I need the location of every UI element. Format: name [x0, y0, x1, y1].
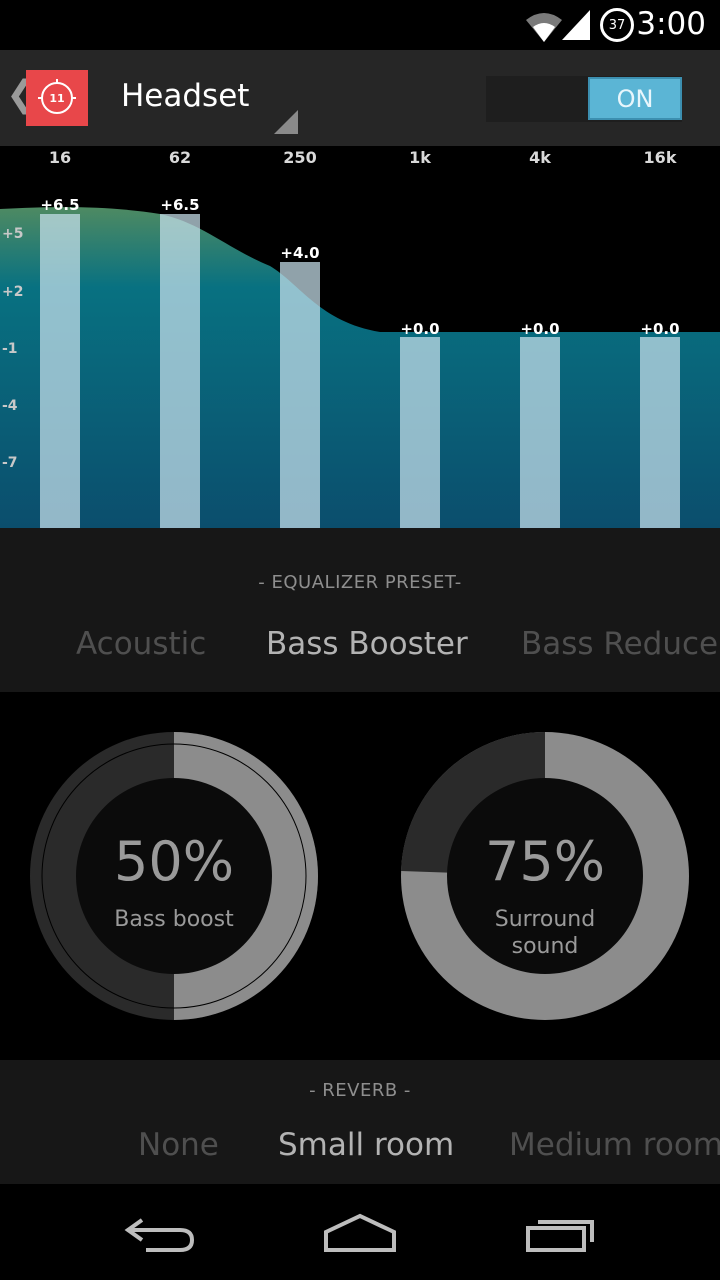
band-slider-250[interactable]: [280, 262, 320, 528]
home-icon[interactable]: [322, 1212, 398, 1254]
band-gain-label: +0.0: [400, 320, 440, 338]
band-freq-label: 16: [48, 148, 72, 167]
action-bar: ❮ 11 Headset ON: [0, 50, 720, 146]
band-freq-label: 1k: [409, 148, 431, 167]
bass-boost-value: 50%: [113, 830, 235, 893]
db-tick: +5: [2, 226, 24, 242]
db-tick: -1: [2, 341, 18, 357]
preset-heading: - EQUALIZER PRESET-: [258, 572, 462, 593]
eq-curve: [0, 207, 720, 528]
wifi-icon: [526, 13, 562, 42]
clock: 3:00: [636, 6, 706, 42]
equalizer-graph[interactable]: 16 62 250 1k 4k 16k +5 +2 -1 -4 -7 +6.5 …: [0, 146, 720, 528]
band-slider-4k[interactable]: [520, 337, 560, 528]
band-gain-label: +6.5: [160, 196, 200, 214]
db-tick: -7: [2, 455, 18, 471]
surround-label-line1: Surround: [494, 907, 596, 932]
band-slider-62[interactable]: [160, 214, 200, 528]
dropdown-caret-icon[interactable]: [274, 110, 298, 134]
preset-bass-booster[interactable]: Bass Booster: [266, 626, 468, 662]
navigation-bar: [0, 1184, 720, 1280]
surround-value: 75%: [484, 830, 606, 893]
band-gain-label: +6.5: [40, 196, 80, 214]
svg-text:11: 11: [49, 92, 64, 105]
band-freq-label: 62: [168, 148, 192, 167]
band-slider-16k[interactable]: [640, 337, 680, 528]
surround-label-line2: sound: [511, 934, 579, 959]
band-slider-16[interactable]: [40, 214, 80, 528]
equalizer-preset-section: - EQUALIZER PRESET- Acoustic Bass Booste…: [0, 528, 720, 692]
app-logo-icon[interactable]: 11: [26, 70, 88, 126]
reverb-none[interactable]: None: [138, 1127, 219, 1163]
bass-boost-label: Bass boost: [114, 907, 234, 932]
band-gain-label: +0.0: [640, 320, 680, 338]
band-freq-label: 250: [283, 148, 317, 167]
db-tick: +2: [2, 284, 24, 300]
battery-level: 37: [608, 17, 626, 33]
band-gain-label: +4.0: [280, 244, 320, 262]
status-bar: 37 3:00: [0, 0, 720, 50]
reverb-medium-room[interactable]: Medium room: [509, 1127, 720, 1163]
reverb-heading: - REVERB -: [309, 1080, 411, 1101]
reverb-section: - REVERB - None Small room Medium room: [0, 1060, 720, 1184]
band-gain-label: +0.0: [520, 320, 560, 338]
band-freq-label: 16k: [643, 148, 677, 167]
back-icon[interactable]: [122, 1214, 198, 1254]
reverb-small-room[interactable]: Small room: [278, 1127, 454, 1163]
recents-icon[interactable]: [524, 1214, 596, 1254]
db-tick: -4: [2, 398, 18, 414]
battery-icon: 37: [600, 8, 634, 42]
page-title[interactable]: Headset: [121, 78, 249, 114]
band-slider-1k[interactable]: [400, 337, 440, 528]
signal-icon: [562, 10, 590, 40]
band-freq-label: 4k: [529, 148, 551, 167]
preset-acoustic[interactable]: Acoustic: [76, 626, 206, 662]
power-toggle[interactable]: ON: [588, 77, 682, 120]
preset-bass-reducer[interactable]: Bass Reducer: [521, 626, 720, 662]
